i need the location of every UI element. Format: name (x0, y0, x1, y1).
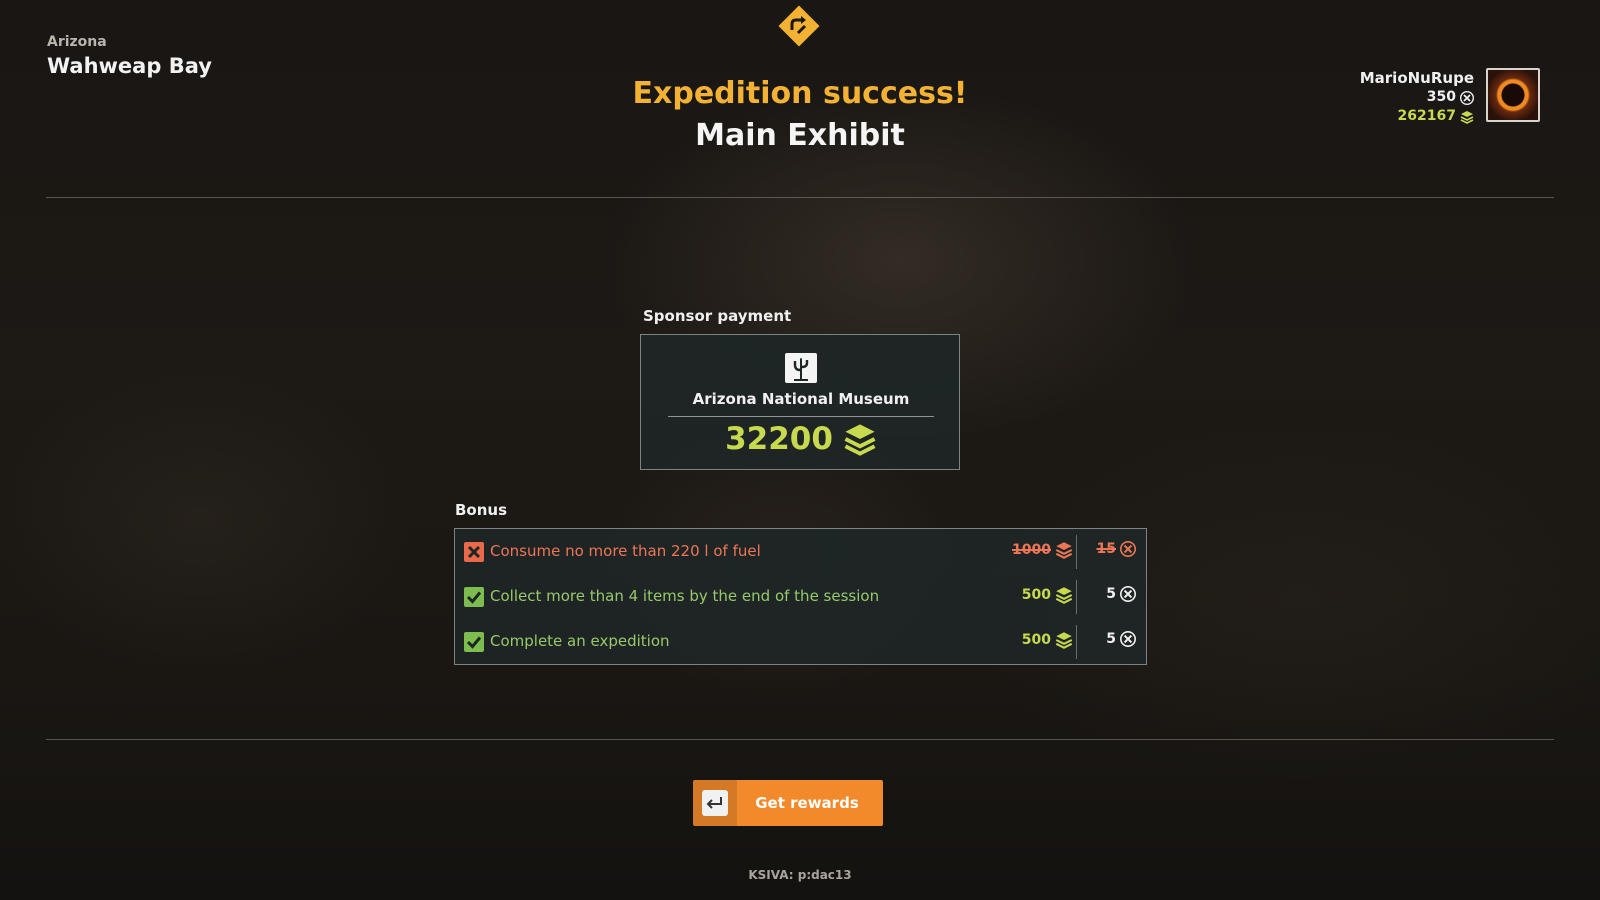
money-stack-icon (1055, 587, 1073, 604)
bonus-money-reward: 500 (1022, 631, 1073, 649)
player-name: MarioNuRupe (1359, 69, 1474, 87)
bonus-item-failed: Consume no more than 220 l of fuel 1000 … (455, 529, 1146, 575)
player-xp: 350 (1360, 88, 1474, 107)
bonus-item-completed: Collect more than 4 items by the end of … (455, 574, 1146, 620)
money-stack-icon (1055, 632, 1073, 649)
failed-objective-icon (464, 542, 484, 562)
sponsor-payment-card: Arizona National Museum 32200 (640, 334, 960, 470)
bonus-xp-value: 15 (1096, 541, 1116, 557)
money-stack-icon (1460, 110, 1474, 124)
location-info: Arizona Wahweap Bay (47, 34, 212, 78)
bonus-money-value: 500 (1021, 632, 1051, 648)
player-avatar[interactable] (1486, 68, 1540, 122)
completed-objective-icon (464, 632, 484, 652)
sponsor-amount: 32200 (641, 421, 961, 457)
bonus-objective-text: Collect more than 4 items by the end of … (490, 587, 880, 605)
bonus-money-reward: 1000 (1012, 541, 1073, 559)
bonus-money-value: 1000 (1012, 542, 1051, 558)
player-panel: MarioNuRupe 350 262167 (1360, 68, 1540, 126)
get-rewards-label: Get rewards (755, 794, 859, 812)
build-info: KSIVA: p:dac13 (748, 868, 852, 882)
money-stack-icon (844, 424, 876, 456)
cactus-icon (793, 358, 809, 381)
region-name: Arizona (47, 34, 107, 50)
bonus-money-value: 500 (1021, 587, 1051, 603)
bonus-xp-reward: 5 (1106, 586, 1136, 602)
experience-icon (1120, 586, 1136, 602)
sponsor-name: Arizona National Museum (692, 390, 910, 408)
bonus-xp-reward: 15 (1097, 541, 1136, 557)
bonus-xp-reward: 5 (1106, 631, 1136, 647)
place-name: Wahweap Bay (47, 54, 212, 78)
experience-icon (1120, 631, 1136, 647)
reward-separator (1076, 625, 1077, 659)
player-xp-value: 350 (1426, 89, 1456, 105)
experience-icon (1460, 90, 1474, 105)
museum-logo (785, 353, 817, 383)
reward-separator (1076, 580, 1077, 614)
top-divider (46, 197, 1554, 198)
bonus-xp-value: 5 (1106, 586, 1116, 602)
bonus-list: Consume no more than 220 l of fuel 1000 … (454, 528, 1147, 665)
completed-objective-icon (464, 587, 484, 607)
player-money-value: 262167 (1397, 108, 1456, 124)
money-stack-icon (1055, 542, 1073, 559)
expedition-sign-icon (774, 1, 824, 51)
sponsor-amount-value: 32200 (725, 421, 833, 457)
get-rewards-button[interactable]: Get rewards (693, 780, 883, 826)
player-money: 262167 (1360, 107, 1474, 126)
reward-separator (1076, 535, 1077, 569)
bonus-item-completed: Complete an expedition 500 5 (455, 619, 1146, 665)
enter-key-hint (693, 780, 737, 826)
bonus-objective-text: Complete an expedition (490, 632, 670, 650)
bonus-objective-text: Consume no more than 220 l of fuel (490, 542, 761, 560)
sponsor-payment-label: Sponsor payment (643, 307, 792, 325)
bonus-label: Bonus (455, 501, 508, 519)
bonus-xp-value: 5 (1106, 631, 1116, 647)
enter-key-icon (702, 790, 728, 816)
bonus-money-reward: 500 (1022, 586, 1073, 604)
bottom-divider (46, 739, 1554, 740)
player-stats: MarioNuRupe 350 262167 (1360, 68, 1474, 126)
sponsor-divider (668, 416, 934, 417)
experience-icon (1120, 541, 1136, 557)
